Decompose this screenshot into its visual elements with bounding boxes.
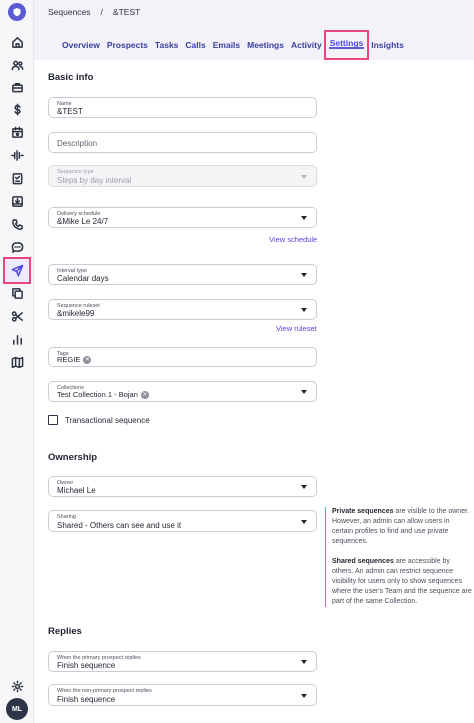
sequence-type-select: Sequence type Steps by day interval <box>48 165 317 187</box>
chevron-down-icon <box>301 660 307 664</box>
sidebar: ML <box>0 0 34 723</box>
owner-value: Michael Le <box>57 486 96 495</box>
sequence-type-value: Steps by day interval <box>57 176 132 185</box>
dollar-icon[interactable] <box>7 99 27 119</box>
breadcrumb-separator: / <box>100 7 103 17</box>
tab-settings[interactable]: Settings <box>323 30 370 60</box>
delivery-schedule-value: &Mike Le 24/7 <box>57 217 109 226</box>
briefcase-icon[interactable] <box>7 77 27 97</box>
tab-calls[interactable]: Calls <box>185 37 205 53</box>
shared-info-bold: Shared sequences <box>332 558 394 565</box>
inbox-icon[interactable] <box>7 191 27 211</box>
non-primary-reply-label: When the non-primary prospect replies <box>57 688 152 694</box>
tab-bar: Overview Prospects Tasks Calls Emails Me… <box>62 30 411 60</box>
settings-content: Basic info Name &TEST Description Sequen… <box>34 60 474 723</box>
collection-chip-label: Test Collection 1 - Bojan <box>57 390 138 399</box>
remove-tag-icon[interactable]: ✕ <box>83 355 92 364</box>
owner-select[interactable]: Owner Michael Le <box>48 476 317 497</box>
sharing-label: Sharing <box>57 514 76 520</box>
tab-insights[interactable]: Insights <box>371 37 404 53</box>
logo-icon[interactable] <box>8 3 26 21</box>
view-ruleset-link[interactable]: View ruleset <box>276 324 317 333</box>
tab-meetings[interactable]: Meetings <box>247 37 284 53</box>
view-schedule-link[interactable]: View schedule <box>269 235 317 244</box>
breadcrumb-current: &TEST <box>112 7 141 17</box>
sequence-ruleset-value: &mikele99 <box>57 309 95 318</box>
remove-collection-icon[interactable]: ✕ <box>140 390 149 399</box>
description-placeholder: Description <box>57 139 98 148</box>
collection-chip: Test Collection 1 - Bojan ✕ <box>57 390 149 399</box>
basic-info-heading: Basic info <box>48 72 94 83</box>
chevron-down-icon <box>301 485 307 489</box>
interval-type-select[interactable]: Interval type Calendar days <box>48 264 317 285</box>
interval-type-value: Calendar days <box>57 274 109 283</box>
scissors-icon[interactable] <box>7 306 27 326</box>
tab-tasks[interactable]: Tasks <box>155 37 178 53</box>
delivery-schedule-select[interactable]: Delivery schedule &Mike Le 24/7 <box>48 207 317 228</box>
send-icon[interactable] <box>3 257 31 284</box>
page-header: Sequences / &TEST Overview Prospects Tas… <box>34 0 474 60</box>
chevron-down-icon <box>301 175 307 179</box>
chevron-down-icon <box>301 308 307 312</box>
chevron-down-icon <box>301 216 307 220</box>
bar-chart-icon[interactable] <box>7 329 27 349</box>
sequence-ruleset-select[interactable]: Sequence ruleset &mikele99 <box>48 299 317 320</box>
chevron-down-icon <box>301 520 307 524</box>
copy-icon[interactable] <box>7 283 27 303</box>
ownership-heading: Ownership <box>48 452 98 463</box>
sequence-type-label: Sequence type <box>57 169 94 175</box>
tag-chip: REGIE ✕ <box>57 355 92 364</box>
map-icon[interactable] <box>7 352 27 372</box>
settings-icon[interactable] <box>7 676 27 696</box>
non-primary-reply-value: Finish sequence <box>57 695 116 704</box>
calendar-icon[interactable] <box>7 122 27 142</box>
replies-heading: Replies <box>48 626 82 637</box>
tab-prospects[interactable]: Prospects <box>107 37 148 53</box>
home-icon[interactable] <box>7 32 27 52</box>
sharing-info-panel: Private sequences are visible to the own… <box>325 507 472 607</box>
description-field[interactable]: Description <box>48 132 317 153</box>
chat-icon[interactable] <box>7 237 27 257</box>
name-field[interactable]: Name &TEST <box>48 97 317 118</box>
tab-activity[interactable]: Activity <box>291 37 322 53</box>
people-icon[interactable] <box>7 55 27 75</box>
breadcrumb-sequences[interactable]: Sequences <box>48 7 91 17</box>
tag-chip-label: REGIE <box>57 355 81 364</box>
transactional-checkbox[interactable] <box>48 415 58 425</box>
avatar[interactable]: ML <box>6 698 28 720</box>
phone-icon[interactable] <box>7 214 27 234</box>
non-primary-reply-select[interactable]: When the non-primary prospect replies Fi… <box>48 684 317 706</box>
chevron-down-icon <box>301 273 307 277</box>
sharing-select[interactable]: Sharing Shared - Others can see and use … <box>48 510 317 532</box>
name-value: &TEST <box>57 107 83 116</box>
tab-overview[interactable]: Overview <box>62 37 100 53</box>
primary-reply-value: Finish sequence <box>57 661 116 670</box>
primary-reply-select[interactable]: When the primary prospect replies Finish… <box>48 651 317 672</box>
chevron-down-icon <box>301 694 307 698</box>
pulse-icon[interactable] <box>7 145 27 165</box>
tab-emails[interactable]: Emails <box>213 37 240 53</box>
transactional-label: Transactional sequence <box>65 416 150 425</box>
shared-info-text: Shared sequences are accessible by other… <box>332 557 472 607</box>
collections-select[interactable]: Collections Test Collection 1 - Bojan ✕ <box>48 381 317 402</box>
shared-info-body: are accessible by others. An admin can r… <box>332 558 472 605</box>
private-info-text: Private sequences are visible to the own… <box>332 507 472 547</box>
chevron-down-icon <box>301 390 307 394</box>
tags-field[interactable]: Tags REGIE ✕ <box>48 347 317 367</box>
clipboard-icon[interactable] <box>7 168 27 188</box>
private-info-bold: Private sequences <box>332 508 394 515</box>
sharing-value: Shared - Others can see and use it <box>57 521 182 530</box>
breadcrumb: Sequences / &TEST <box>48 7 140 17</box>
